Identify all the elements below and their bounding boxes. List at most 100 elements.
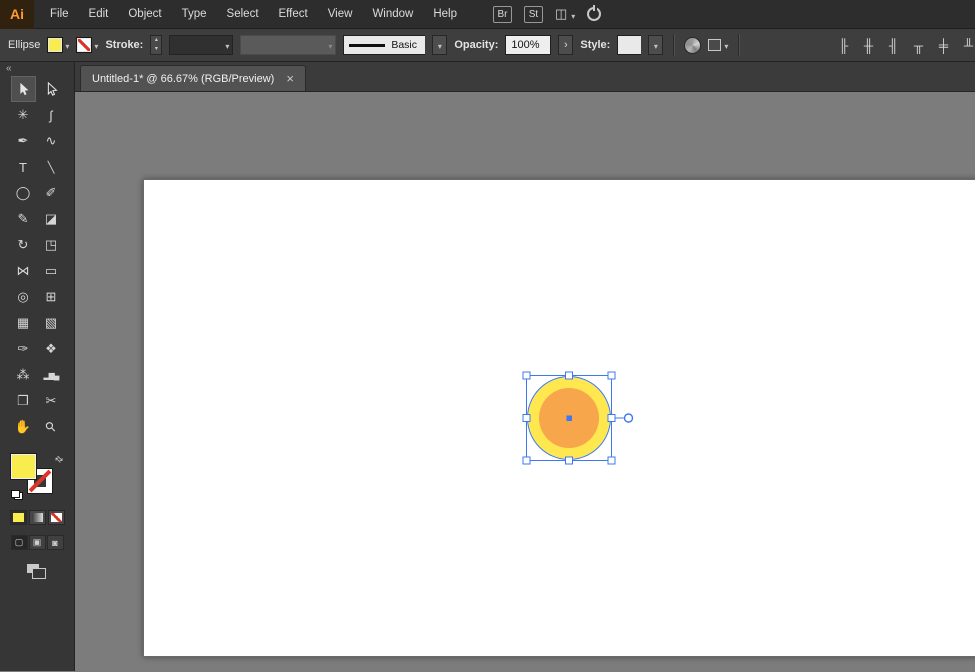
gradient-tool[interactable]: ▧: [39, 310, 64, 336]
color-swatch-icon: [13, 513, 24, 522]
menu-type[interactable]: Type: [172, 0, 217, 29]
type-tool[interactable]: T: [11, 154, 36, 180]
fill-color-control[interactable]: [47, 36, 69, 54]
default-fill-stroke-icon[interactable]: [11, 490, 23, 500]
stroke-color-control[interactable]: [76, 36, 98, 54]
lasso-tool[interactable]: ʃ: [39, 102, 64, 128]
recolor-artwork-icon[interactable]: [684, 37, 701, 54]
mesh-tool[interactable]: ▦: [11, 310, 36, 336]
menu-file[interactable]: File: [40, 0, 79, 29]
opacity-input[interactable]: 100%: [505, 35, 551, 55]
symbol-sprayer-tool[interactable]: ⁂: [11, 362, 36, 388]
menu-help[interactable]: Help: [423, 0, 467, 29]
pen-tool[interactable]: ✒: [11, 128, 36, 154]
fill-indicator[interactable]: [11, 454, 36, 479]
close-icon[interactable]: ×: [286, 72, 294, 85]
shape-builder-tool[interactable]: ◎: [11, 284, 36, 310]
draw-normal-button[interactable]: ▢: [11, 535, 28, 550]
menu-select[interactable]: Select: [217, 0, 269, 29]
stepper-up-icon[interactable]: [151, 36, 161, 45]
rotate-icon: ↻: [18, 237, 29, 253]
menu-effect[interactable]: Effect: [269, 0, 318, 29]
opacity-options-button[interactable]: ›: [558, 35, 573, 55]
zoom-tool[interactable]: ⚲: [39, 414, 64, 440]
chevron-down-icon: [65, 36, 69, 54]
hand-tool[interactable]: ✋: [11, 414, 36, 440]
align-vertical-top-icon[interactable]: ╥: [908, 38, 929, 53]
align-horizontal-left-icon[interactable]: ╟: [833, 38, 854, 53]
document-tab[interactable]: Untitled-1* @ 66.67% (RGB/Preview) ×: [80, 65, 306, 91]
width-tool[interactable]: ⋈: [11, 258, 36, 284]
align-controls: ╟ ╫ ╢ ╥ ╪ ╨: [833, 38, 975, 53]
scale-tool[interactable]: ◳: [39, 232, 64, 258]
selection-handle-top-center[interactable]: [566, 372, 573, 379]
collapse-panel-button[interactable]: «: [0, 62, 18, 74]
stroke-weight-select[interactable]: [169, 35, 233, 55]
none-mode-button[interactable]: [48, 510, 65, 525]
bridge-button[interactable]: Br: [493, 6, 512, 23]
selection-handle-top-left[interactable]: [523, 372, 530, 379]
stock-button[interactable]: St: [524, 6, 543, 23]
align-vertical-bottom-icon[interactable]: ╨: [958, 38, 975, 53]
ellipse-tool[interactable]: ◯: [11, 180, 36, 206]
fill-stroke-indicator: [11, 454, 63, 500]
workspace-switcher[interactable]: ◫: [555, 6, 575, 22]
stroke-style-dropdown-button[interactable]: [432, 35, 447, 55]
column-graph-tool[interactable]: ▂▆▄: [39, 362, 64, 388]
graphic-style-dropdown-button[interactable]: [648, 35, 663, 55]
zoom-icon: ⚲: [42, 418, 60, 436]
direct-selection-tool[interactable]: [39, 76, 64, 102]
menu-window[interactable]: Window: [362, 0, 423, 29]
gradient-mode-button[interactable]: [29, 510, 46, 525]
stepper-down-icon[interactable]: [151, 45, 161, 54]
free-transform-tool[interactable]: ▭: [39, 258, 64, 284]
selection-handle-bottom-center[interactable]: [566, 457, 573, 464]
line-segment-tool[interactable]: ╲: [39, 154, 64, 180]
eraser-tool[interactable]: ◪: [39, 206, 64, 232]
align-vertical-center-icon[interactable]: ╪: [933, 38, 954, 53]
menu-view[interactable]: View: [318, 0, 363, 29]
separator: [673, 34, 674, 56]
stroke-label: Stroke:: [105, 39, 143, 51]
screen-mode-button[interactable]: [27, 564, 47, 580]
menu-object[interactable]: Object: [118, 0, 171, 29]
rotate-widget[interactable]: [625, 414, 633, 422]
swap-fill-stroke-icon[interactable]: [53, 453, 66, 466]
selection-handle-middle-left[interactable]: [523, 415, 530, 422]
touch-workspace-icon[interactable]: [587, 7, 601, 21]
selection-handle-bottom-left[interactable]: [523, 457, 530, 464]
color-mode-button[interactable]: [10, 510, 27, 525]
pencil-tool[interactable]: ✎: [11, 206, 36, 232]
selection-tool[interactable]: [11, 76, 36, 102]
chevron-down-icon: [724, 36, 728, 54]
slice-tool[interactable]: ✂: [39, 388, 64, 414]
stroke-style-value: Basic: [391, 39, 417, 51]
menu-edit[interactable]: Edit: [79, 0, 119, 29]
align-horizontal-right-icon[interactable]: ╢: [883, 38, 904, 53]
stroke-weight-stepper[interactable]: [150, 35, 162, 55]
curvature-tool[interactable]: ∿: [39, 128, 64, 154]
scale-icon: ◳: [45, 237, 57, 253]
selection-handle-top-right[interactable]: [608, 372, 615, 379]
canvas-viewport[interactable]: [75, 92, 975, 671]
selection-handle-middle-right[interactable]: [608, 415, 615, 422]
isolate-options-button[interactable]: [708, 36, 728, 54]
paintbrush-tool[interactable]: ✐: [39, 180, 64, 206]
selection-handle-bottom-right[interactable]: [608, 457, 615, 464]
artboard-tool[interactable]: ❐: [11, 388, 36, 414]
magic-wand-tool[interactable]: ✳: [11, 102, 36, 128]
blend-tool[interactable]: ❖: [39, 336, 64, 362]
draw-behind-button[interactable]: ▣: [29, 535, 46, 550]
draw-inside-button[interactable]: ◙: [47, 535, 64, 550]
stroke-style-control[interactable]: Basic: [343, 35, 425, 55]
eyedropper-tool[interactable]: ✑: [11, 336, 36, 362]
mesh-icon: ▦: [17, 315, 29, 331]
app-bar-right: Br St ◫: [493, 6, 601, 23]
opacity-label: Opacity:: [454, 39, 498, 51]
artboard-icon: ❐: [17, 393, 29, 409]
graphic-style-select[interactable]: [617, 35, 641, 55]
rotate-tool[interactable]: ↻: [11, 232, 36, 258]
align-horizontal-center-icon[interactable]: ╫: [858, 38, 879, 53]
center-point-handle[interactable]: [567, 416, 573, 422]
perspective-grid-tool[interactable]: ⊞: [39, 284, 64, 310]
